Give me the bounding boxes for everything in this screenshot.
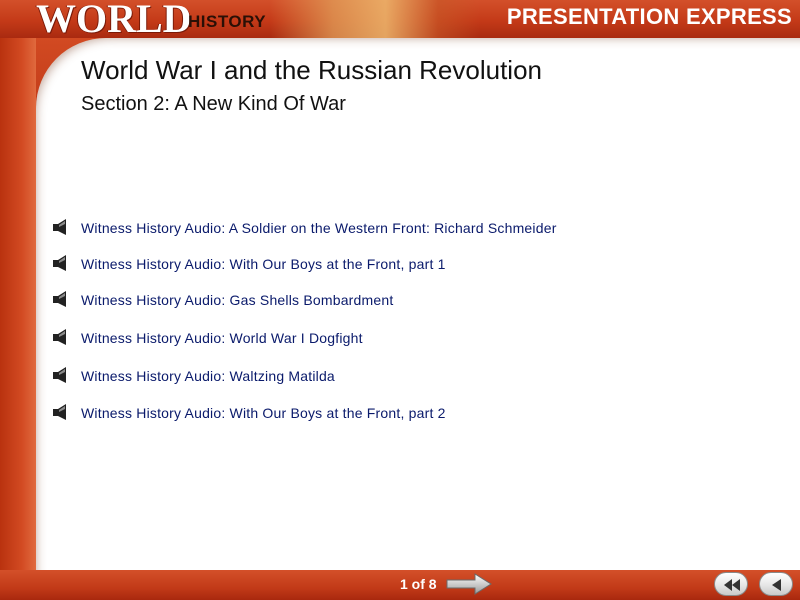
speaker-icon (53, 329, 66, 345)
speaker-icon (53, 219, 66, 235)
brand-history-logo: HISTORY (188, 12, 267, 31)
left-frame-bar (0, 38, 36, 570)
rewind-button[interactable] (714, 572, 748, 596)
header-photo (270, 0, 480, 38)
slide-subtitle: Section 2: A New Kind Of War (81, 93, 346, 115)
slide-title: World War I and the Russian Revolution (81, 55, 542, 85)
audio-link-soldier-western-front[interactable]: Witness History Audio: A Soldier on the … (50, 216, 750, 240)
rewind-icon (724, 579, 740, 591)
audio-link-label: Witness History Audio: Waltzing Matilda (81, 368, 335, 384)
audio-link-our-boys-part-2[interactable]: Witness History Audio: With Our Boys at … (50, 401, 750, 425)
audio-link-dogfight[interactable]: Witness History Audio: World War I Dogfi… (50, 326, 750, 350)
audio-link-label: Witness History Audio: A Soldier on the … (81, 220, 557, 236)
audio-link-label: Witness History Audio: World War I Dogfi… (81, 330, 363, 346)
arrow-right-icon[interactable] (445, 572, 493, 596)
audio-link-our-boys-part-1[interactable]: Witness History Audio: With Our Boys at … (50, 252, 750, 276)
speaker-icon (53, 291, 66, 307)
speaker-icon (53, 367, 66, 383)
presentation-express-title: PRESENTATION EXPRESS (506, 4, 792, 29)
speaker-icon (53, 255, 66, 271)
back-button[interactable] (759, 572, 793, 596)
back-icon (772, 579, 781, 591)
brand-world-logo: WORLD (36, 0, 192, 41)
audio-link-label: Witness History Audio: Gas Shells Bombar… (81, 292, 394, 308)
audio-link-label: Witness History Audio: With Our Boys at … (81, 405, 446, 421)
page-indicator: 1 of 8 (400, 576, 437, 592)
audio-link-waltzing-matilda[interactable]: Witness History Audio: Waltzing Matilda (50, 364, 750, 388)
audio-link-gas-shells[interactable]: Witness History Audio: Gas Shells Bombar… (50, 288, 750, 312)
header-banner: WORLD HISTORY PRESENTATION EXPRESS (0, 0, 800, 41)
audio-link-label: Witness History Audio: With Our Boys at … (81, 256, 446, 272)
speaker-icon (53, 404, 66, 420)
